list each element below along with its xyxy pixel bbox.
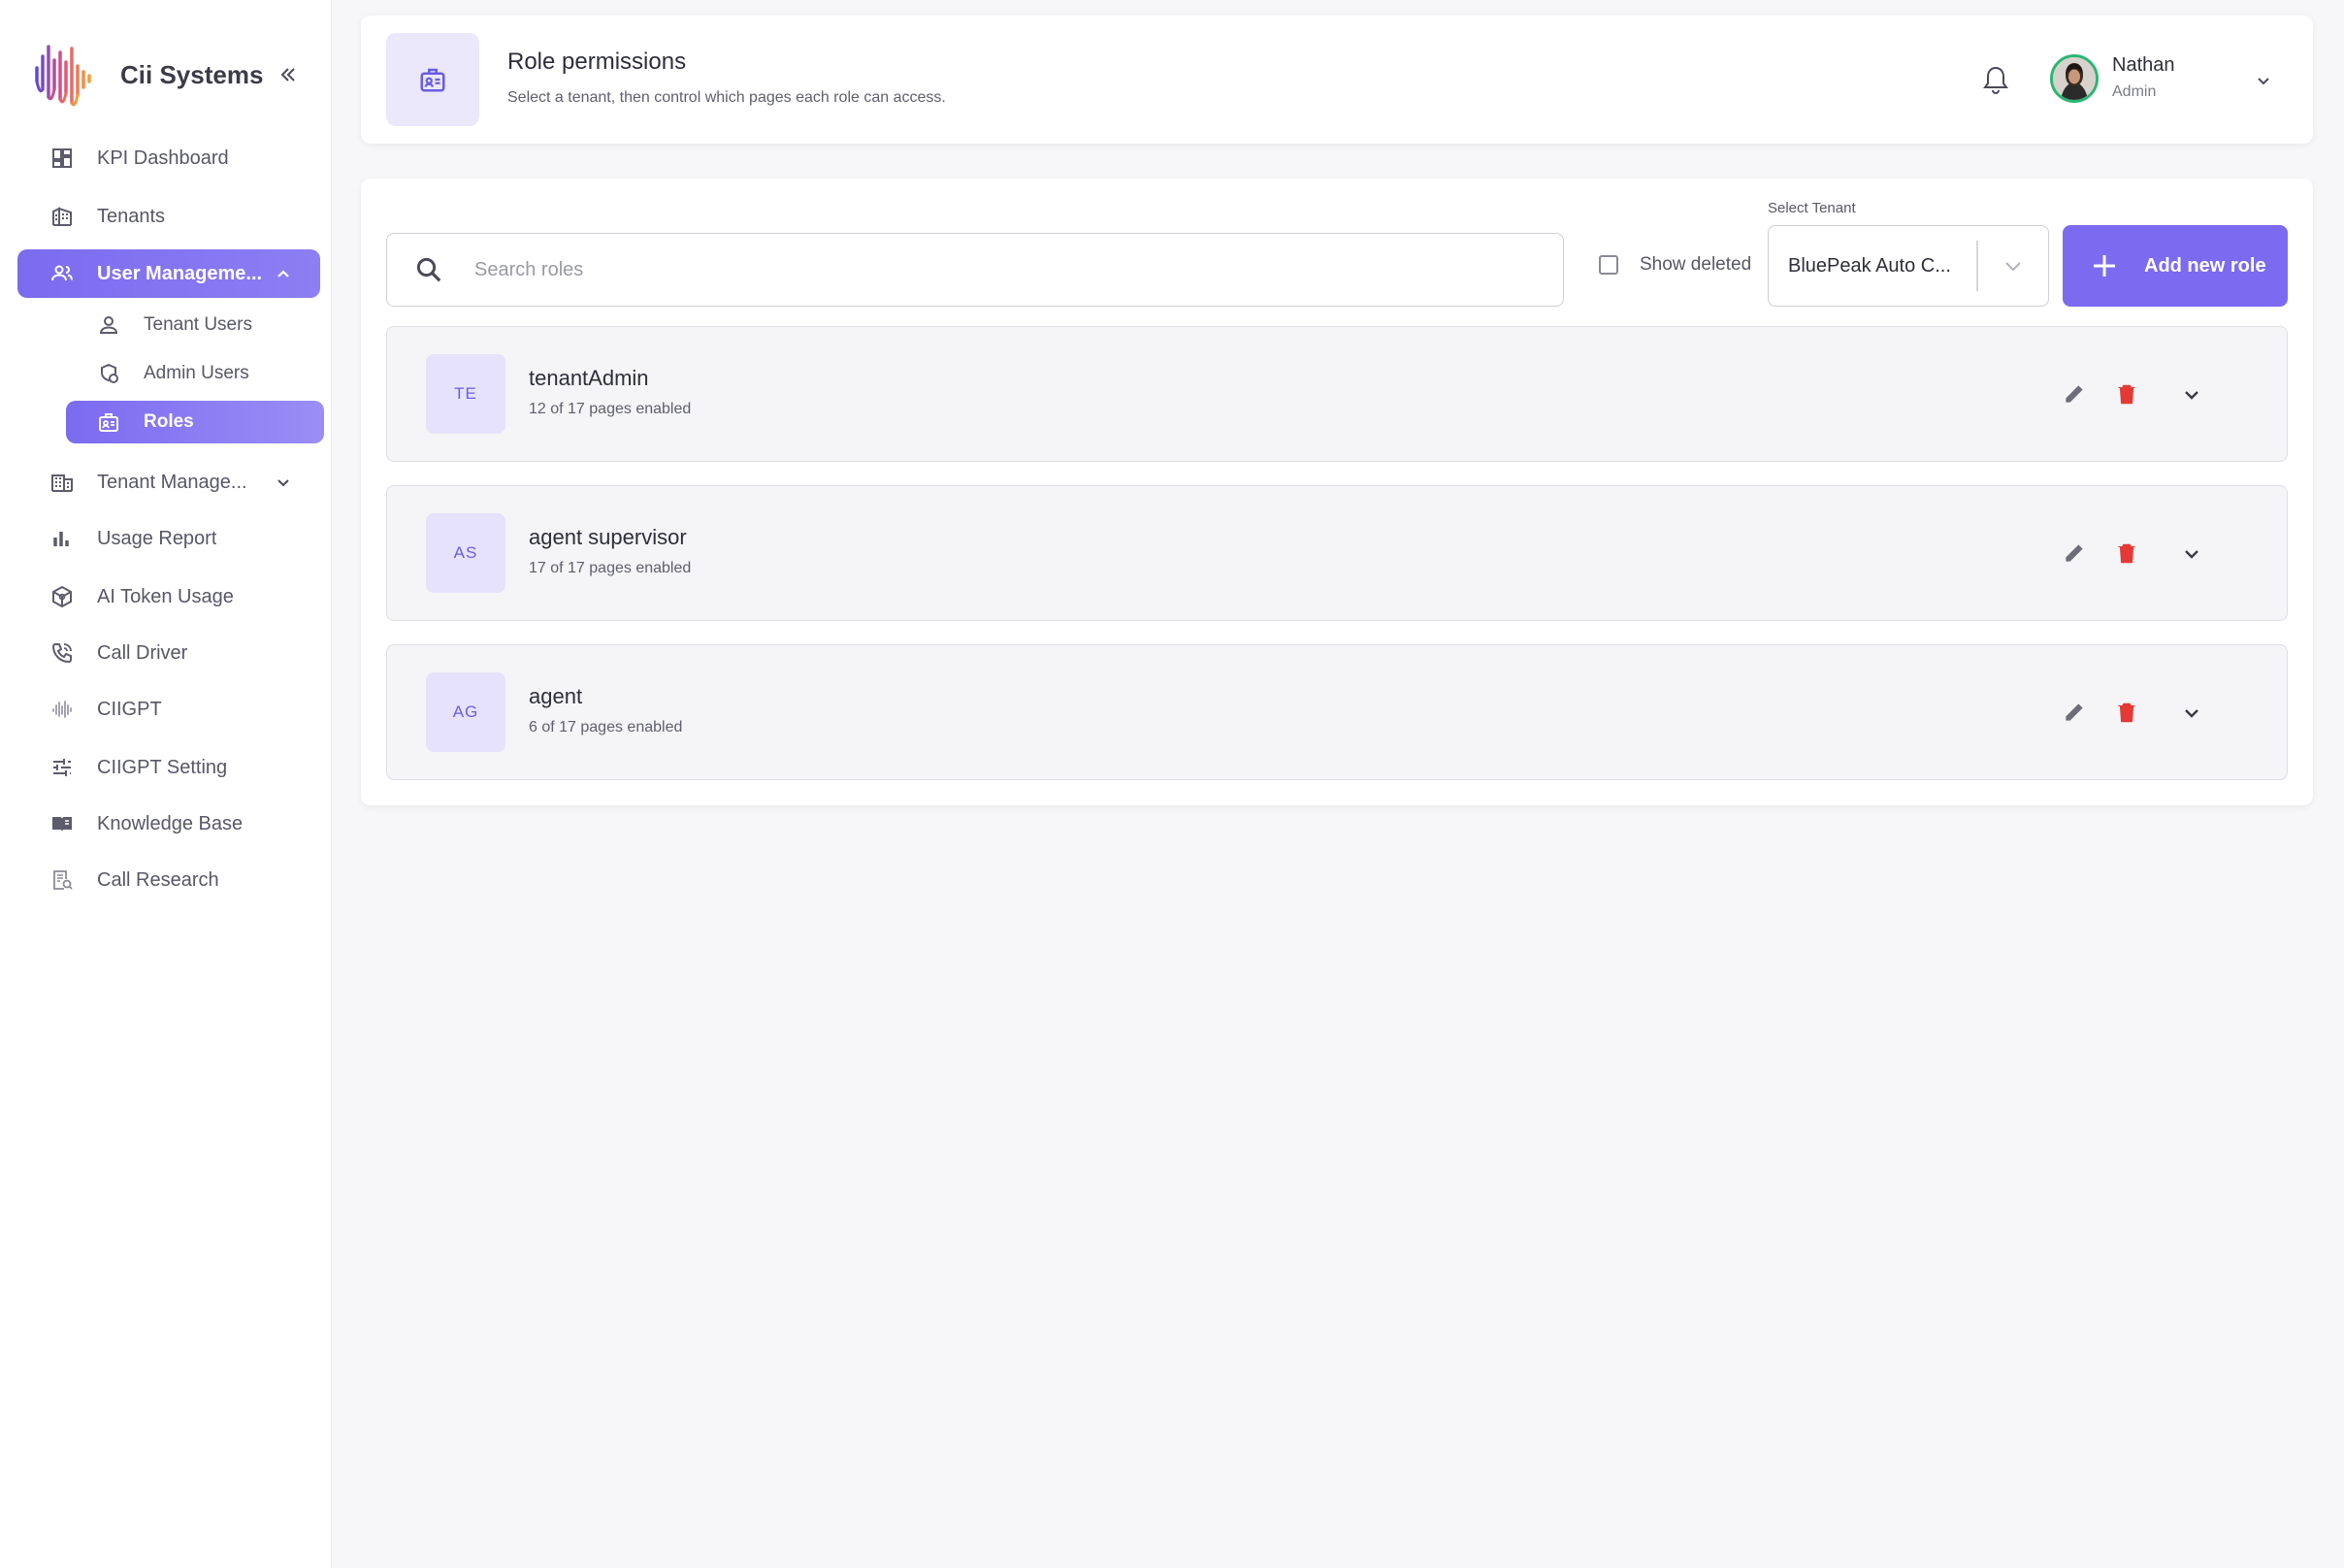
sidebar-item-label: Call Driver bbox=[97, 641, 188, 664]
cube-icon bbox=[52, 585, 72, 608]
tenant-select-value: BluePeak Auto C... bbox=[1788, 254, 1951, 277]
role-initials-badge: AG bbox=[426, 672, 505, 752]
avatar-image bbox=[2053, 57, 2096, 100]
role-pages-enabled: 12 of 17 pages enabled bbox=[529, 401, 692, 417]
sidebar-subitem-roles[interactable]: Roles bbox=[66, 401, 324, 443]
person-icon bbox=[99, 316, 118, 334]
dashboard-icon bbox=[52, 148, 72, 168]
sidebar-item-label: AI Token Usage bbox=[97, 585, 234, 607]
sidebar-item-knowledge-base[interactable]: Knowledge Base bbox=[17, 800, 320, 848]
sidebar-item-label: Tenants bbox=[97, 205, 166, 227]
sidebar-item-label: Call Research bbox=[97, 868, 219, 891]
add-new-role-label: Add new role bbox=[2144, 254, 2266, 277]
phone-call-icon bbox=[51, 643, 72, 664]
sidebar-item-label: KPI Dashboard bbox=[97, 147, 229, 169]
search-field[interactable] bbox=[386, 233, 1564, 307]
add-new-role-button[interactable]: Add new role bbox=[2063, 225, 2288, 307]
sidebar-item-user-management[interactable]: User Manageme... bbox=[17, 249, 320, 298]
id-badge-icon bbox=[99, 413, 118, 432]
expand-chevron-down-icon[interactable] bbox=[2178, 700, 2205, 727]
delete-trash-icon[interactable] bbox=[2114, 540, 2139, 566]
expand-chevron-down-icon[interactable] bbox=[2178, 540, 2205, 568]
sidebar-subitem-label: Tenant Users bbox=[144, 314, 252, 335]
role-name: tenantAdmin bbox=[529, 366, 649, 390]
sidebar-item-ciigpt[interactable]: CIIGPT bbox=[17, 685, 320, 734]
show-deleted-checkbox[interactable] bbox=[1599, 255, 1618, 275]
edit-pencil-icon[interactable] bbox=[2062, 540, 2087, 566]
user-role: Admin bbox=[2112, 83, 2157, 100]
collapse-sidebar-button[interactable] bbox=[275, 61, 302, 88]
book-icon bbox=[52, 817, 72, 832]
sidebar-item-ai-token-usage[interactable]: AI Token Usage bbox=[17, 572, 320, 621]
sidebar-item-kpi-dashboard[interactable]: KPI Dashboard bbox=[17, 134, 320, 182]
edit-pencil-icon[interactable] bbox=[2062, 381, 2087, 407]
building-icon bbox=[52, 207, 72, 226]
show-deleted-toggle[interactable]: Show deleted bbox=[1599, 254, 1751, 276]
sidebar-item-label: Tenant Manage... bbox=[97, 471, 247, 493]
report-search-icon bbox=[53, 870, 73, 890]
role-initials-badge: TE bbox=[426, 354, 505, 434]
sidebar-item-call-driver[interactable]: Call Driver bbox=[17, 629, 320, 677]
brand-logo-icon bbox=[35, 45, 91, 107]
sidebar-subitem-tenant-users[interactable]: Tenant Users bbox=[66, 304, 324, 346]
expand-chevron-down-icon[interactable] bbox=[2178, 381, 2205, 408]
select-divider bbox=[1976, 241, 1978, 291]
office-icon bbox=[51, 474, 73, 492]
role-initials-badge: AS bbox=[426, 513, 505, 593]
role-row[interactable]: AG agent 6 of 17 pages enabled bbox=[386, 644, 2288, 780]
search-icon bbox=[416, 257, 441, 282]
roles-panel: Show deleted Select Tenant BluePeak Auto… bbox=[361, 179, 2313, 805]
chevron-down-icon bbox=[2004, 262, 2021, 272]
notification-bell-icon[interactable] bbox=[1981, 64, 2010, 97]
sliders-icon bbox=[53, 759, 71, 776]
admin-user-icon bbox=[101, 363, 118, 383]
sidebar-item-label: CIIGPT bbox=[97, 698, 162, 720]
sidebar-item-label: CIIGPT Setting bbox=[97, 756, 228, 778]
user-menu-chevron-down-icon[interactable] bbox=[2253, 70, 2274, 91]
brand: Cii Systems bbox=[33, 39, 302, 111]
users-icon bbox=[51, 265, 73, 281]
sidebar-item-tenants[interactable]: Tenants bbox=[17, 192, 320, 241]
sidebar-item-call-research[interactable]: Call Research bbox=[17, 856, 320, 904]
tenant-select-label: Select Tenant bbox=[1768, 200, 1856, 216]
sidebar-subitem-label: Admin Users bbox=[144, 363, 249, 383]
sidebar-item-ciigpt-setting[interactable]: CIIGPT Setting bbox=[17, 743, 320, 792]
page-title: Role permissions bbox=[507, 49, 687, 75]
sidebar-item-label: User Manageme... bbox=[97, 262, 263, 284]
id-badge-icon bbox=[420, 68, 445, 92]
sidebar-item-tenant-management[interactable]: Tenant Manage... bbox=[17, 458, 320, 506]
role-pages-enabled: 6 of 17 pages enabled bbox=[529, 719, 683, 735]
sidebar-item-label: Usage Report bbox=[97, 527, 217, 549]
sidebar-item-usage-report[interactable]: Usage Report bbox=[17, 514, 320, 563]
role-row[interactable]: AS agent supervisor 17 of 17 pages enabl… bbox=[386, 485, 2288, 621]
page-header: Role permissions Select a tenant, then c… bbox=[361, 16, 2313, 144]
brand-name: Cii Systems bbox=[120, 59, 264, 89]
role-row[interactable]: TE tenantAdmin 12 of 17 pages enabled bbox=[386, 326, 2288, 462]
role-name: agent supervisor bbox=[529, 525, 687, 549]
search-input[interactable] bbox=[474, 258, 1348, 281]
edit-pencil-icon[interactable] bbox=[2062, 700, 2087, 725]
chevron-up-icon bbox=[277, 270, 289, 278]
show-deleted-label: Show deleted bbox=[1640, 254, 1752, 275]
sidebar: Cii Systems KPI Dashboard Tenants User M… bbox=[0, 0, 332, 1568]
sidebar-subitem-label: Roles bbox=[144, 411, 194, 432]
waveform-icon bbox=[52, 701, 72, 718]
role-name: agent bbox=[529, 684, 583, 708]
chevron-down-icon bbox=[277, 479, 289, 487]
tenant-select[interactable]: BluePeak Auto C... bbox=[1768, 225, 2049, 307]
sidebar-item-label: Knowledge Base bbox=[97, 812, 244, 834]
bar-chart-icon bbox=[53, 532, 69, 546]
delete-trash-icon[interactable] bbox=[2114, 700, 2139, 725]
role-pages-enabled: 17 of 17 pages enabled bbox=[529, 560, 692, 576]
plus-icon bbox=[2094, 255, 2115, 277]
user-name: Nathan bbox=[2112, 54, 2175, 76]
delete-trash-icon[interactable] bbox=[2114, 381, 2139, 407]
page-icon-box bbox=[386, 33, 479, 126]
page-subtitle: Select a tenant, then control which page… bbox=[507, 89, 946, 106]
double-chevron-left-icon bbox=[280, 68, 296, 82]
sidebar-subitem-admin-users[interactable]: Admin Users bbox=[66, 352, 324, 395]
user-avatar[interactable] bbox=[2050, 54, 2099, 103]
